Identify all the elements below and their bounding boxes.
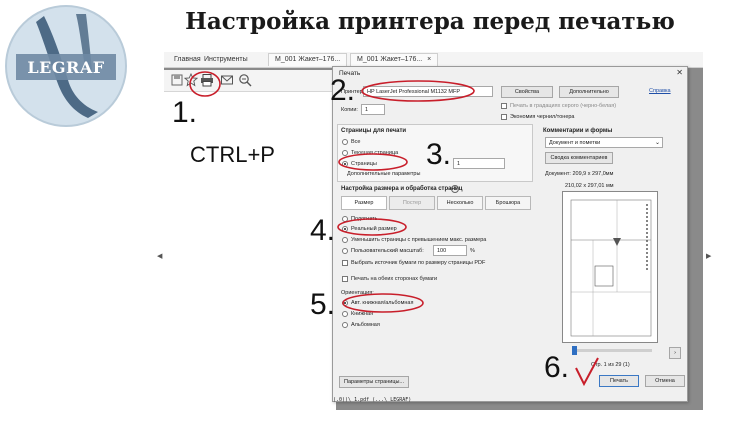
printer-select[interactable]: HP LaserJet Professional M1132 MFP [363,86,493,97]
tab-poster[interactable]: Постер [389,196,435,210]
custom-scale-input[interactable]: 100 [433,245,467,256]
doc-tab-2[interactable]: М_001 Жакет–176... × [350,53,439,66]
doc-tab-1[interactable]: М_001 Жакет–176... [268,53,348,66]
fit-label: Подогнать [351,216,378,222]
save-icon[interactable] [170,73,184,87]
document-size-label: Документ: 209,9 x 297,0мм [545,171,614,177]
comments-section-title: Комментарии и формы [543,128,613,134]
doc-tab-2-label: М_001 Жакет–176... [357,56,423,63]
gray-print-label: Печать в градациях серого (черно-белая) [510,103,617,109]
menu-home[interactable]: Главная [174,56,201,63]
document-page-area [164,92,336,410]
printer-select-value: HP LaserJet Professional M1132 MFP [367,89,461,95]
copies-input-value: 1 [365,107,369,113]
step-2-label: 2. [330,74,356,107]
page-setup-button[interactable]: Параметры страницы... [339,376,409,388]
comments-select-value: Документ и пометки [549,140,601,146]
pages-section-title: Страницы для печати [341,128,407,134]
preview-zoom-thumb[interactable] [572,346,577,355]
step-4-label: 4. [310,214,336,247]
orientation-section-title: Ориентация: [341,290,374,296]
fit-radio[interactable] [342,216,348,222]
help-link[interactable]: Справка [649,88,671,94]
copies-label: Копии: [341,107,358,113]
right-scroll-arrow-icon[interactable]: ▶ [706,252,711,260]
info-icon: i [451,185,459,193]
tab-close-icon[interactable]: × [427,56,431,63]
shrink-radio[interactable] [342,237,348,243]
custom-scale-label: Пользовательский масштаб: [351,248,424,254]
orientation-landscape-label: Альбомная [351,322,380,328]
cancel-button[interactable]: Отмена [645,375,685,387]
next-page-arrow-icon[interactable]: › [669,347,681,359]
step-5-label: 5. [310,288,336,321]
pages-current-label: Текущая страница [351,150,399,156]
tab-size[interactable]: Размер [341,196,387,210]
printer-properties-button[interactable]: Свойства [501,86,553,98]
print-icon[interactable] [200,73,214,87]
pages-current-radio[interactable] [342,150,348,156]
copies-input[interactable]: 1 [361,104,385,115]
tab-booklet[interactable]: Брошюра [485,196,531,210]
pages-range-label: Страницы [351,161,377,167]
custom-scale-value: 100 [437,248,447,254]
comments-select[interactable]: Документ и пометки [545,137,663,148]
shrink-label: Уменьшить страницы с превышением макс. р… [351,237,487,243]
actual-size-label: Реальный размер [351,226,397,232]
duplex-checkbox[interactable] [342,276,348,282]
print-button[interactable]: Печать [599,375,639,387]
pages-all-radio[interactable] [342,139,348,145]
preview-zoom-slider[interactable] [572,346,652,355]
print-preview [562,191,658,343]
menu-tools[interactable]: Инструменты [204,56,248,63]
gray-print-checkbox[interactable] [501,103,507,109]
dialog-close-icon[interactable]: ✕ [676,68,683,77]
mail-icon[interactable] [220,73,234,87]
printer-advanced-button[interactable]: Дополнительно [559,86,619,98]
doc-tab-1-label: М_001 Жакет–176... [275,56,341,63]
orientation-auto-radio[interactable] [342,300,348,306]
size-tabs: Размер Постер Несколько Брошюра [341,196,531,210]
pages-range-input[interactable]: 1 [453,158,505,169]
hotkey-label: CTRL+P [190,142,275,167]
page-counter: Стр. 1 из 29 (1) [591,362,630,368]
custom-scale-radio[interactable] [342,248,348,254]
size-section-title: Настройка размера и обработка страниц [341,186,463,192]
preview-drawing [570,199,652,337]
save-ink-label: Экономия чернил/тонера [510,114,575,120]
pages-range-input-value: 1 [457,161,461,167]
step-1-label: 1. [172,96,198,129]
comments-summary-button[interactable]: Сводка комментариев [545,152,613,164]
step-6-label: 6. [544,351,570,384]
comments-chevron-down-icon[interactable]: ⌄ [655,139,660,146]
step-3-label: 3. [426,138,452,171]
orientation-auto-label: Авт. книжная/альбомная [351,300,414,306]
legraf-logo: LEGRAF [2,2,130,130]
paper-source-label: Выбрать источник бумаги по размеру стран… [351,260,486,266]
paper-size-label: 210,02 x 297,01 мм [565,183,614,189]
actual-size-radio[interactable] [342,226,348,232]
save-ink-checkbox[interactable] [501,114,507,120]
left-scroll-arrow-icon[interactable]: ◀ [157,252,162,260]
bookmark-star-icon[interactable] [184,73,198,87]
orientation-landscape-radio[interactable] [342,322,348,328]
viewer-toolbar [164,70,336,92]
zoom-out-icon[interactable] [238,73,252,87]
pages-range-radio[interactable] [342,161,348,167]
paper-source-checkbox[interactable] [342,260,348,266]
page-title: Настройка принтера перед печатью [185,8,675,35]
orientation-portrait-radio[interactable] [342,311,348,317]
duplex-label: Печать на обеих сторонах бумаги [351,276,438,282]
custom-scale-unit: % [470,248,475,254]
more-options-link[interactable]: Дополнительные параметры [347,171,420,177]
document-path: (.0))\ 1.pdf (...\ LEGRAF) [333,397,412,403]
tab-multiple[interactable]: Несколько [437,196,483,210]
pages-all-label: Все [351,139,361,145]
orientation-portrait-label: Книжная [351,311,374,317]
logo-text: LEGRAF [27,58,105,77]
